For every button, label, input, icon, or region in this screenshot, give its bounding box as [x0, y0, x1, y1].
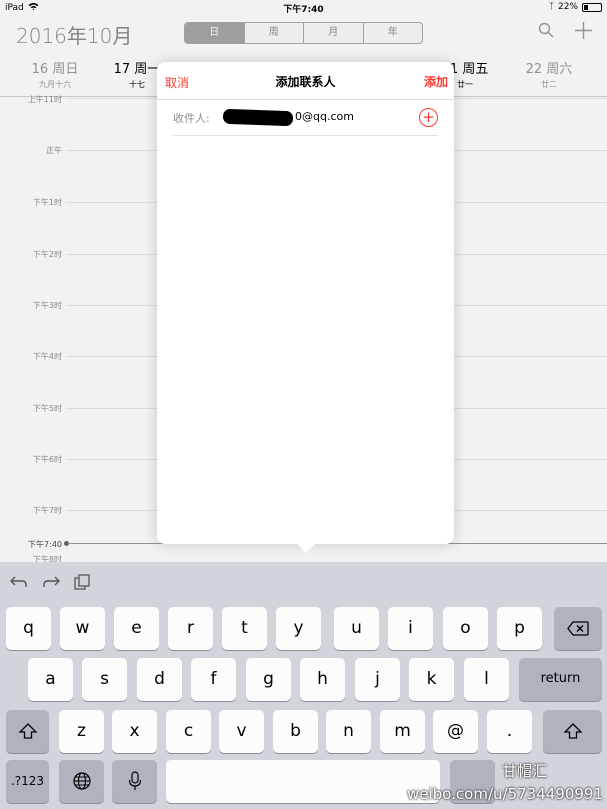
key-c[interactable]: c: [166, 710, 211, 753]
key-v[interactable]: v: [219, 710, 264, 753]
popover-arrow: [296, 543, 316, 553]
return-key[interactable]: return: [519, 658, 602, 701]
key-p[interactable]: p: [497, 607, 542, 650]
key-o[interactable]: o: [443, 607, 488, 650]
delete-key[interactable]: [554, 607, 602, 650]
key-u[interactable]: u: [334, 607, 379, 650]
key-n[interactable]: n: [326, 710, 371, 753]
key-j[interactable]: j: [355, 658, 400, 701]
key-at[interactable]: @: [433, 710, 478, 753]
key-f[interactable]: f: [191, 658, 236, 701]
popover-title: 添加联系人: [275, 75, 336, 89]
add-button[interactable]: 添加: [424, 73, 448, 90]
key-w[interactable]: w: [60, 607, 105, 650]
key-y[interactable]: y: [276, 607, 321, 650]
add-recipient-icon[interactable]: +: [419, 108, 438, 127]
paste-icon[interactable]: [74, 574, 90, 594]
key-d[interactable]: d: [137, 658, 182, 701]
keyboard-shortcut-bar: [10, 574, 90, 594]
recipient-value[interactable]: 0@qq.com: [295, 110, 354, 123]
key-m[interactable]: m: [380, 710, 425, 753]
key-period[interactable]: .: [487, 710, 532, 753]
add-contact-popover: 取消 添加联系人 添加 收件人: 0@qq.com +: [157, 62, 454, 544]
key-t[interactable]: t: [222, 607, 267, 650]
key-s[interactable]: s: [82, 658, 127, 701]
key-x[interactable]: x: [112, 710, 157, 753]
redo-icon[interactable]: [42, 574, 60, 594]
space-key[interactable]: [166, 760, 440, 803]
key-h[interactable]: h: [300, 658, 345, 701]
key-e[interactable]: e: [114, 607, 159, 650]
dictation-key[interactable]: [112, 760, 157, 803]
key-g[interactable]: g: [246, 658, 291, 701]
key-q[interactable]: q: [6, 607, 51, 650]
numbers-key[interactable]: .?123: [6, 760, 49, 803]
key-b[interactable]: b: [273, 710, 318, 753]
shift-key-right[interactable]: [543, 710, 602, 753]
undo-icon[interactable]: [10, 574, 28, 594]
key-i[interactable]: i: [388, 607, 433, 650]
key-r[interactable]: r: [168, 607, 213, 650]
microphone-icon: [128, 771, 142, 796]
watermark-text: weibo.com/u/5734490991: [407, 785, 603, 803]
globe-key[interactable]: [59, 760, 104, 803]
popover-header: 取消 添加联系人 添加: [157, 62, 454, 100]
key-a[interactable]: a: [28, 658, 73, 701]
recipient-label: 收件人:: [173, 112, 210, 125]
key-k[interactable]: k: [409, 658, 454, 701]
watermark-logo: 甘帽汇: [501, 762, 547, 780]
recipient-field[interactable]: 收件人: 0@qq.com +: [173, 100, 438, 136]
redaction-mark: [222, 108, 294, 127]
shift-key-left[interactable]: [6, 710, 49, 753]
key-z[interactable]: z: [59, 710, 104, 753]
key-l[interactable]: l: [464, 658, 509, 701]
globe-icon: [72, 772, 91, 795]
